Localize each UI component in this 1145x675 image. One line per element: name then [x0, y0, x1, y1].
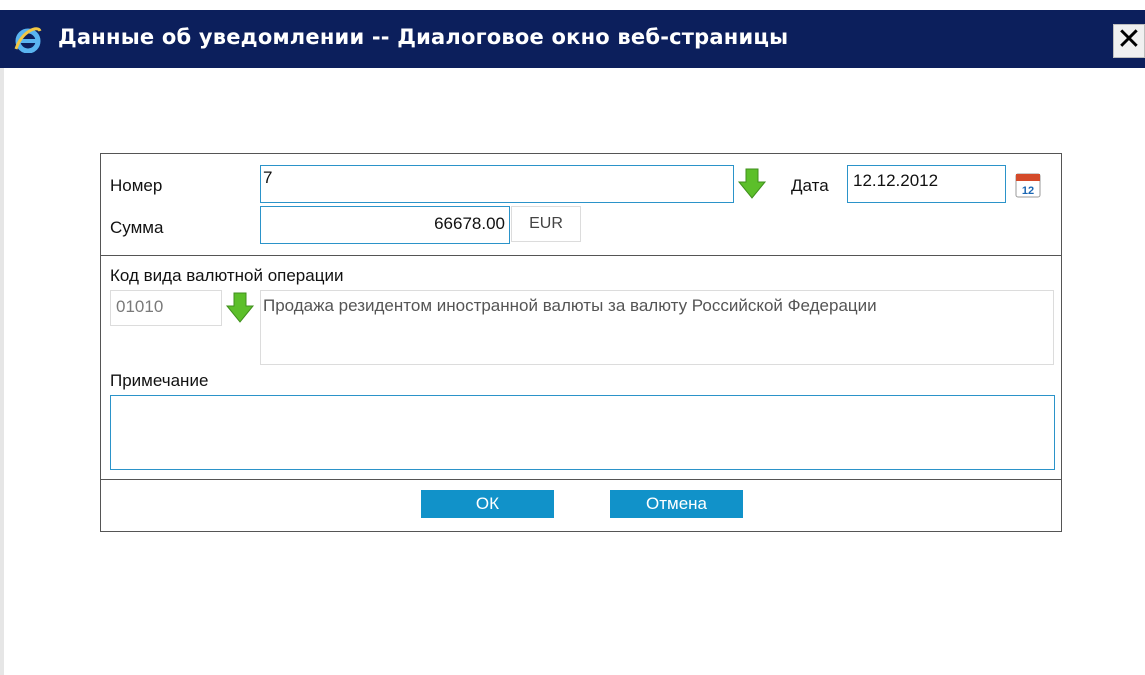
close-icon: ✕ [1116, 22, 1142, 57]
note-textarea[interactable] [110, 395, 1055, 470]
window-left-edge [0, 68, 4, 675]
note-label: Примечание [110, 371, 209, 390]
currency-code: EUR [511, 206, 581, 242]
amount-label: Сумма [110, 218, 164, 237]
dialog-title: Данные об уведомлении -- Диалоговое окно… [58, 25, 789, 49]
calendar-icon-day: 12 [1022, 185, 1034, 197]
ie-icon [14, 27, 42, 53]
calendar-icon[interactable]: 12 [1014, 171, 1042, 199]
date-value: 12.12.2012 [853, 171, 939, 190]
cancel-button[interactable]: Отмена [610, 490, 743, 518]
operation-select-arrow-icon[interactable] [225, 291, 255, 325]
number-label: Номер [110, 176, 163, 195]
date-input[interactable]: 12.12.2012 [847, 165, 1006, 203]
operation-description: Продажа резидентом иностранной валюты за… [260, 290, 1054, 365]
currency-value: EUR [529, 215, 563, 232]
operation-code-input[interactable]: 01010 [110, 290, 222, 326]
notification-form: Номер 7 Дата 12.12.2012 12 Сумма 66678.0… [100, 153, 1062, 532]
number-input[interactable]: 7 [260, 165, 734, 203]
operation-code-label: Код вида валютной операции [110, 266, 344, 285]
number-select-arrow-icon[interactable] [737, 167, 767, 201]
operation-description-text: Продажа резидентом иностранной валюты за… [263, 296, 877, 315]
dialog-titlebar: Данные об уведомлении -- Диалоговое окно… [0, 10, 1145, 68]
close-button[interactable]: ✕ [1113, 24, 1145, 58]
amount-value: 66678.00 [434, 214, 505, 233]
amount-input[interactable]: 66678.00 [260, 206, 510, 244]
section-divider [101, 255, 1061, 256]
number-value: 7 [263, 168, 273, 187]
footer-divider [101, 479, 1061, 480]
date-label: Дата [791, 176, 829, 195]
operation-code-value: 01010 [116, 297, 164, 316]
ok-button[interactable]: ОК [421, 490, 554, 518]
